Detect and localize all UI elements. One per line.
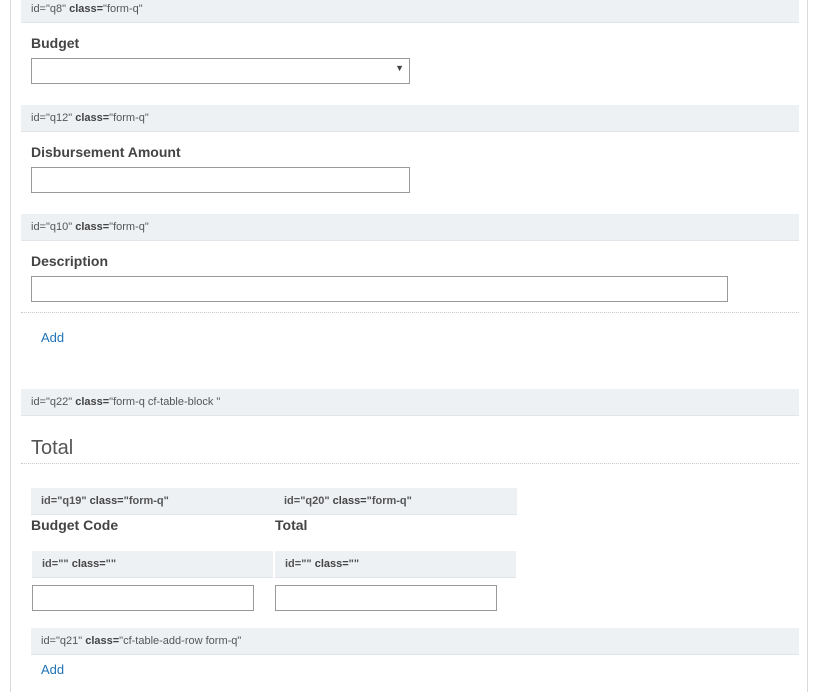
class-value: "" (348, 558, 360, 570)
class-key: class= (85, 635, 120, 647)
question-id-bar-q12: id="q12" class="form-q" (21, 105, 799, 132)
class-key: class= (89, 495, 124, 507)
class-value: "" (105, 558, 117, 570)
class-value: "cf-table-add-row form-q" (119, 635, 242, 647)
class-key: class= (69, 3, 104, 15)
class-value: "form-q" (109, 112, 149, 124)
question-id-bar-q8: id="q8" class="form-q" (21, 0, 799, 23)
class-value: "form-q" (123, 495, 169, 507)
class-key: class= (71, 558, 106, 570)
id-label: id="q12" (31, 112, 73, 124)
question-id-bar-q22: id="q22" class="form-q cf-table-block " (21, 389, 799, 416)
description-label: Description (31, 253, 109, 269)
class-key: class= (332, 495, 367, 507)
class-key: class= (75, 112, 110, 124)
cell-id-bar: id="" class="" (275, 551, 516, 578)
id-label: id="q8" (31, 3, 67, 15)
budget-label: Budget (31, 35, 80, 51)
id-label: id="q10" (31, 221, 73, 233)
add-row-link[interactable]: Add (41, 662, 64, 677)
id-label: id="q19" (41, 495, 87, 507)
budget-select[interactable]: ▼ (31, 58, 410, 84)
disbursement-amount-label: Disbursement Amount (31, 144, 181, 160)
add-link[interactable]: Add (41, 330, 64, 345)
total-column-header: Total (275, 517, 308, 533)
question-id-bar-q21: id="q21" class="cf-table-add-row form-q" (31, 628, 799, 655)
class-value: "form-q cf-table-block " (109, 396, 221, 408)
class-value: "form-q" (366, 495, 412, 507)
budget-code-column-header: Budget Code (31, 517, 119, 533)
cell-id-bar: id="" class="" (32, 551, 273, 578)
class-key: class= (75, 396, 110, 408)
class-key: class= (75, 221, 110, 233)
disbursement-amount-input[interactable] (31, 167, 410, 193)
id-label: id="q20" (284, 495, 330, 507)
id-label: id="" (42, 558, 69, 570)
class-key: class= (314, 558, 349, 570)
table-block-title: Total (31, 437, 74, 459)
id-label: id="q22" (31, 396, 73, 408)
column-id-bar-q20: id="q20" class="form-q" (274, 488, 517, 515)
budget-select-box[interactable] (31, 58, 410, 84)
description-input[interactable] (31, 276, 728, 302)
class-value: "form-q" (103, 3, 143, 15)
column-id-bar-q19: id="q19" class="form-q" (31, 488, 275, 515)
total-cell-input[interactable] (275, 585, 497, 611)
divider (21, 312, 799, 313)
id-label: id="" (285, 558, 312, 570)
question-id-bar-q10: id="q10" class="form-q" (21, 214, 799, 241)
budget-code-cell-input[interactable] (32, 585, 254, 611)
id-label: id="q21" (41, 635, 83, 647)
divider (21, 463, 799, 464)
class-value: "form-q" (109, 221, 149, 233)
